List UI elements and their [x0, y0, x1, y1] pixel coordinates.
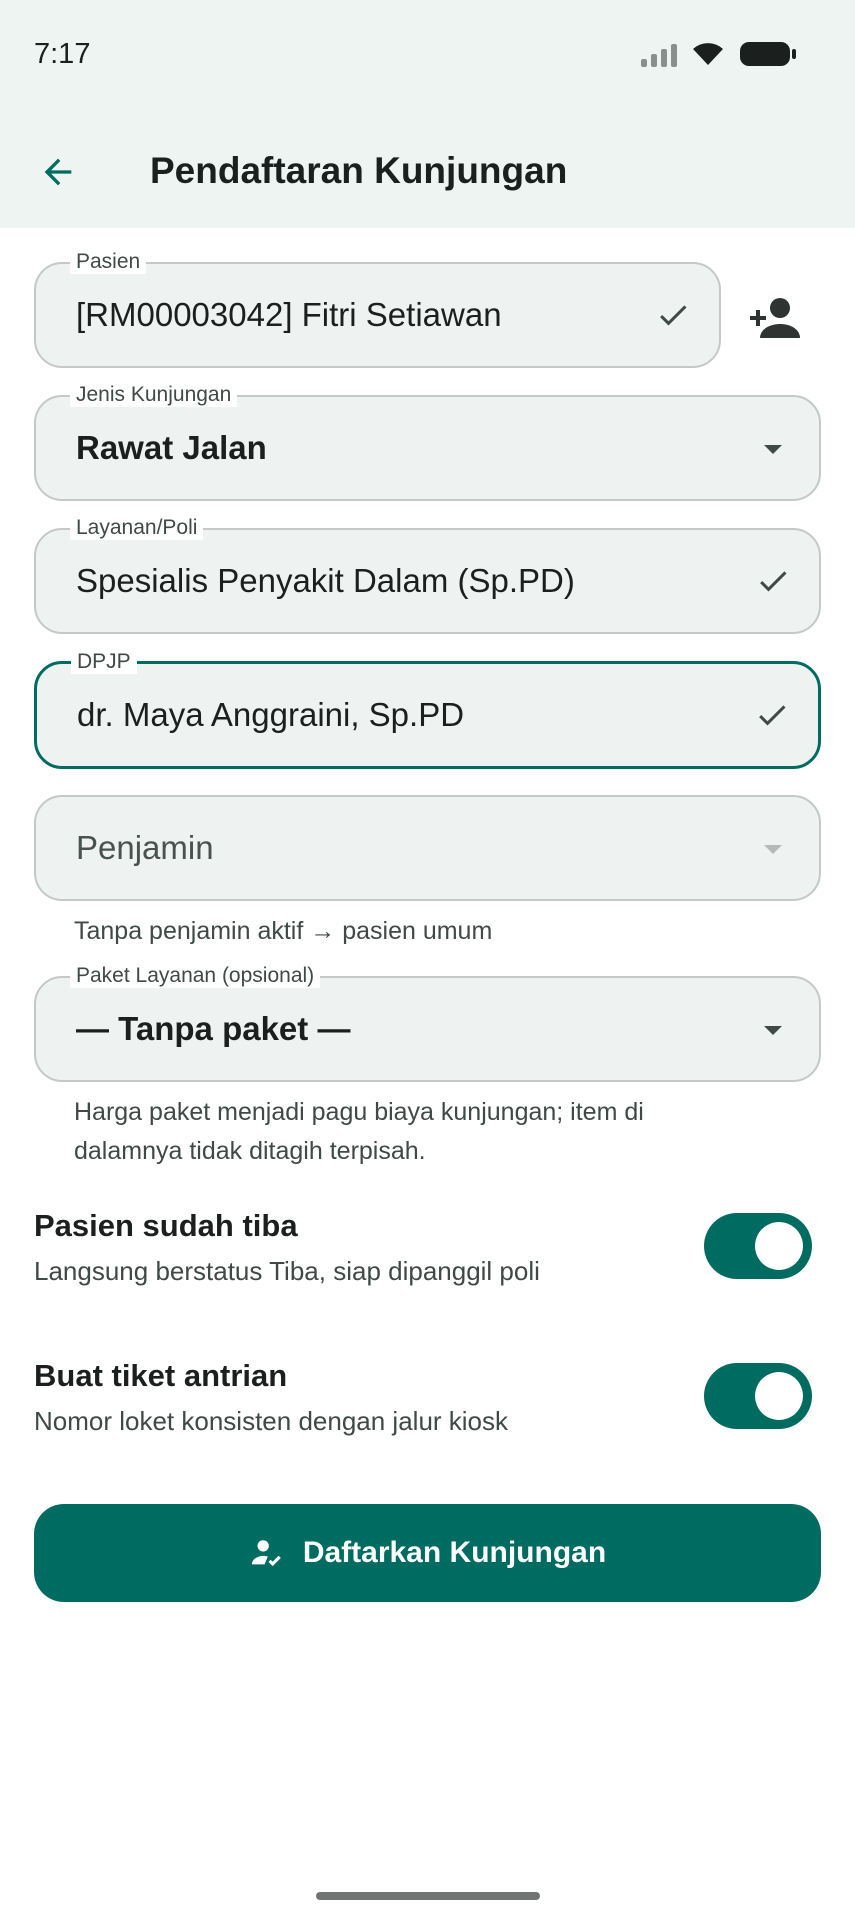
dropdown-arrow-icon [764, 445, 782, 454]
status-time: 7:17 [34, 38, 91, 70]
check-icon [759, 705, 786, 726]
package-helper-line: Harga paket menjadi pagu biaya kunjungan… [74, 1098, 644, 1126]
ticket-toggle-title: Buat tiket antrian [34, 1358, 288, 1393]
top-app-bar: 7:17 Pendaftaran Kunjungan [0, 0, 855, 228]
guarantor-helper-text: Tanpa penjamin aktif → pasien umum [74, 917, 493, 945]
package-helper-line: dalamnya tidak ditagih terpisah. [74, 1137, 426, 1165]
guarantor-placeholder: Penjamin [76, 829, 214, 866]
package-value: — Tanpa paket — [76, 1010, 351, 1047]
person-check-icon [251, 1540, 281, 1567]
toggle-knob [755, 1372, 803, 1420]
check-icon [660, 305, 687, 326]
dpjp-field-value: dr. Maya Anggraini, Sp.PD [77, 696, 465, 733]
status-icons [641, 40, 797, 68]
dropdown-arrow-icon [764, 1026, 782, 1035]
visit-type-select[interactable]: Jenis Kunjungan Rawat Jalan [34, 383, 821, 501]
dropdown-arrow-icon [764, 845, 782, 854]
add-patient-button[interactable] [744, 294, 804, 342]
arrived-toggle[interactable] [704, 1213, 812, 1279]
register-visit-label: Daftarkan Kunjungan [302, 1536, 607, 1569]
ticket-toggle-subtitle: Nomor loket konsisten dengan jalur kiosk [34, 1406, 509, 1436]
patient-field[interactable]: Pasien [RM00003042] Fitri Setiawan [34, 250, 721, 368]
battery-icon [740, 42, 796, 66]
signal-icon [641, 41, 677, 67]
ticket-toggle[interactable] [704, 1363, 812, 1429]
service-field-value: Spesialis Penyakit Dalam (Sp.PD) [76, 562, 575, 599]
check-icon [760, 571, 787, 592]
register-visit-button[interactable]: Daftarkan Kunjungan [34, 1504, 821, 1602]
person-add-icon [750, 298, 800, 338]
dpjp-field[interactable]: DPJP dr. Maya Anggraini, Sp.PD [34, 650, 821, 769]
toggle-knob [755, 1222, 803, 1270]
arrived-toggle-subtitle: Langsung berstatus Tiba, siap dipanggil … [34, 1256, 540, 1286]
page-title: Pendaftaran Kunjungan [150, 150, 568, 191]
package-helper-text: Harga paket menjadi pagu biaya kunjungan… [74, 1093, 644, 1171]
back-button[interactable] [30, 144, 86, 200]
visit-type-value: Rawat Jalan [76, 429, 267, 466]
home-indicator[interactable] [316, 1892, 540, 1900]
wifi-icon [693, 43, 723, 65]
patient-field-value: [RM00003042] Fitri Setiawan [76, 296, 502, 333]
package-select[interactable]: Paket Layanan (opsional) — Tanpa paket — [34, 964, 821, 1082]
service-field[interactable]: Layanan/Poli Spesialis Penyakit Dalam (S… [34, 516, 821, 634]
arrived-toggle-title: Pasien sudah tiba [34, 1208, 298, 1243]
guarantor-select[interactable]: Penjamin [34, 795, 821, 901]
arrow-back-icon [44, 158, 72, 186]
